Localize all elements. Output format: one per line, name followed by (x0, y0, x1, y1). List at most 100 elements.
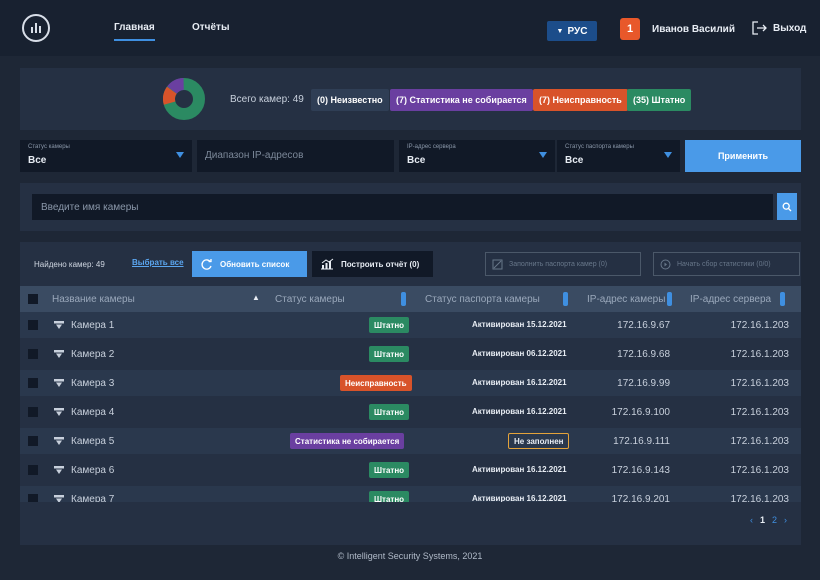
chip-no-stats[interactable]: (7) Статистика не собирается (390, 89, 533, 111)
camera-status-badge: Штатно (369, 346, 410, 362)
chip-fault[interactable]: (7) Неисправность (533, 89, 628, 111)
sort-icon[interactable] (667, 292, 672, 306)
server-ip: 172.16.1.203 (730, 465, 789, 476)
tab-main[interactable]: Главная (114, 22, 155, 41)
server-ip: 172.16.1.203 (730, 436, 789, 447)
server-ip-filter-label: IP-адрес сервера (407, 144, 456, 150)
camera-search-input[interactable] (32, 194, 773, 220)
chevron-down-icon: ▼ (556, 27, 564, 35)
camera-name[interactable]: Камера 3 (71, 378, 114, 389)
page-next-number[interactable]: 2 (772, 515, 777, 525)
chevron-down-icon (539, 152, 547, 158)
table-row[interactable]: Камера 6 Штатно Активирован 16.12.2021 172.… (20, 457, 801, 483)
ip-range-input[interactable]: Диапазон IP-адресов (197, 140, 394, 172)
camera-status-filter[interactable]: Статус камеры Все (20, 140, 192, 172)
passport-icon (492, 259, 503, 269)
build-report-button[interactable]: Построить отчёт (0) (312, 251, 433, 277)
search-panel (20, 183, 801, 231)
camera-status-badge: Неисправность (340, 375, 412, 391)
server-ip: 172.16.1.203 (730, 407, 789, 418)
fill-passports-button[interactable]: Заполнить паспорта камер (0) (485, 252, 641, 276)
server-ip-filter[interactable]: IP-адрес сервера Все (399, 140, 555, 172)
chevron-down-icon (176, 152, 184, 158)
column-server-ip[interactable]: IP-адрес сервера (690, 294, 771, 305)
camera-ip: 172.16.9.143 (611, 465, 670, 476)
found-count: Найдено камер: 49 (34, 260, 105, 269)
notification-badge[interactable]: 1 (620, 18, 640, 40)
logo-icon[interactable] (22, 14, 50, 42)
camera-icon (54, 408, 64, 420)
refresh-list-label: Обновить список (220, 259, 290, 269)
table-row[interactable]: Камера 4 Штатно Активирован 16.12.2021 172.… (20, 399, 801, 425)
camera-status-badge: Штатно (369, 317, 410, 333)
user-name[interactable]: Иванов Василий (652, 24, 735, 35)
column-status[interactable]: Статус камеры (275, 294, 345, 305)
row-checkbox[interactable] (28, 320, 38, 330)
page-current[interactable]: 1 (760, 515, 765, 525)
camera-name[interactable]: Камера 5 (71, 436, 114, 447)
column-name[interactable]: Название камеры (52, 294, 135, 305)
language-selector[interactable]: ▼ РУС (547, 21, 597, 41)
row-checkbox[interactable] (28, 436, 38, 446)
row-checkbox[interactable] (28, 407, 38, 417)
passport-status: Активирован 16.12.2021 (472, 407, 567, 416)
logout-label: Выход (773, 22, 807, 34)
sort-asc-icon[interactable]: ▲ (252, 293, 260, 302)
row-checkbox[interactable] (28, 378, 38, 388)
camera-ip: 172.16.9.99 (617, 378, 670, 389)
camera-name[interactable]: Камера 1 (71, 320, 114, 331)
server-ip-filter-value: Все (407, 155, 426, 166)
sort-icon[interactable] (563, 292, 568, 306)
chip-unknown[interactable]: (0) Неизвестно (311, 89, 389, 111)
passport-status-filter-label: Статус паспорта камеры (565, 144, 634, 150)
sort-icon[interactable] (780, 292, 785, 306)
column-passport[interactable]: Статус паспорта камеры (425, 294, 540, 305)
apply-button[interactable]: Применить (685, 140, 801, 172)
footer-copyright: © Intelligent Security Systems, 2021 (337, 551, 483, 561)
filters-bar: Статус камеры Все Диапазон IP-адресов IP… (20, 140, 801, 172)
passport-status-filter[interactable]: Статус паспорта камеры Все (557, 140, 680, 172)
chart-icon (321, 258, 334, 270)
table-row[interactable]: Камера 5 Статистика не собирается Не запол… (20, 428, 801, 454)
prev-page-button[interactable]: ‹ (750, 515, 753, 525)
pagination: ‹ 1 2 › (750, 515, 787, 525)
next-page-button[interactable]: › (784, 515, 787, 525)
table-row[interactable]: Камера 3 Неисправность Активирован 16.12.2… (20, 370, 801, 396)
server-ip: 172.16.1.203 (730, 349, 789, 360)
play-icon (660, 259, 671, 269)
table-row[interactable]: Камера 1 Штатно Активирован 15.12.2021 172.… (20, 312, 801, 338)
camera-icon (54, 379, 64, 391)
refresh-list-button[interactable]: Обновить список (192, 251, 307, 277)
camera-name[interactable]: Камера 2 (71, 349, 114, 360)
row-checkbox[interactable] (28, 465, 38, 475)
row-checkbox[interactable] (28, 349, 38, 359)
camera-status-filter-value: Все (28, 155, 47, 166)
camera-ip: 172.16.9.111 (613, 436, 670, 447)
camera-status-badge: Штатно (369, 404, 410, 420)
passport-status: Активирован 16.12.2021 (472, 465, 567, 474)
select-all-checkbox[interactable] (28, 294, 38, 304)
search-button[interactable] (777, 193, 797, 220)
status-donut-chart (163, 78, 205, 120)
start-stats-label: Начать сбор статистики (0/0) (677, 260, 771, 268)
passport-status-filter-value: Все (565, 155, 584, 166)
passport-status: Активирован 06.12.2021 (472, 349, 567, 358)
camera-name[interactable]: Камера 6 (71, 465, 114, 476)
tab-reports[interactable]: Отчёты (192, 22, 229, 33)
table-row[interactable]: Камера 2 Штатно Активирован 06.12.2021 172.… (20, 341, 801, 367)
start-stats-button[interactable]: Начать сбор статистики (0/0) (653, 252, 800, 276)
table-header: Название камеры ▲ Статус камеры Статус п… (20, 286, 801, 312)
camera-name[interactable]: Камера 4 (71, 407, 114, 418)
fill-passports-label: Заполнить паспорта камер (0) (509, 260, 608, 268)
camera-status-badge: Штатно (369, 462, 410, 478)
passport-status-empty: Не заполнен (508, 433, 570, 449)
server-ip: 172.16.1.203 (730, 378, 789, 389)
cameras-panel: Найдено камер: 49 Выбрать все Обновить с… (20, 242, 801, 545)
sort-icon[interactable] (401, 292, 406, 306)
chip-ok[interactable]: (35) Штатно (627, 89, 692, 111)
select-all-link[interactable]: Выбрать все (132, 258, 184, 267)
pagination-area: ‹ 1 2 › (20, 502, 801, 545)
server-ip: 172.16.1.203 (730, 320, 789, 331)
logout-button[interactable]: Выход (752, 21, 806, 35)
column-camera-ip[interactable]: IP-адрес камеры (587, 294, 665, 305)
